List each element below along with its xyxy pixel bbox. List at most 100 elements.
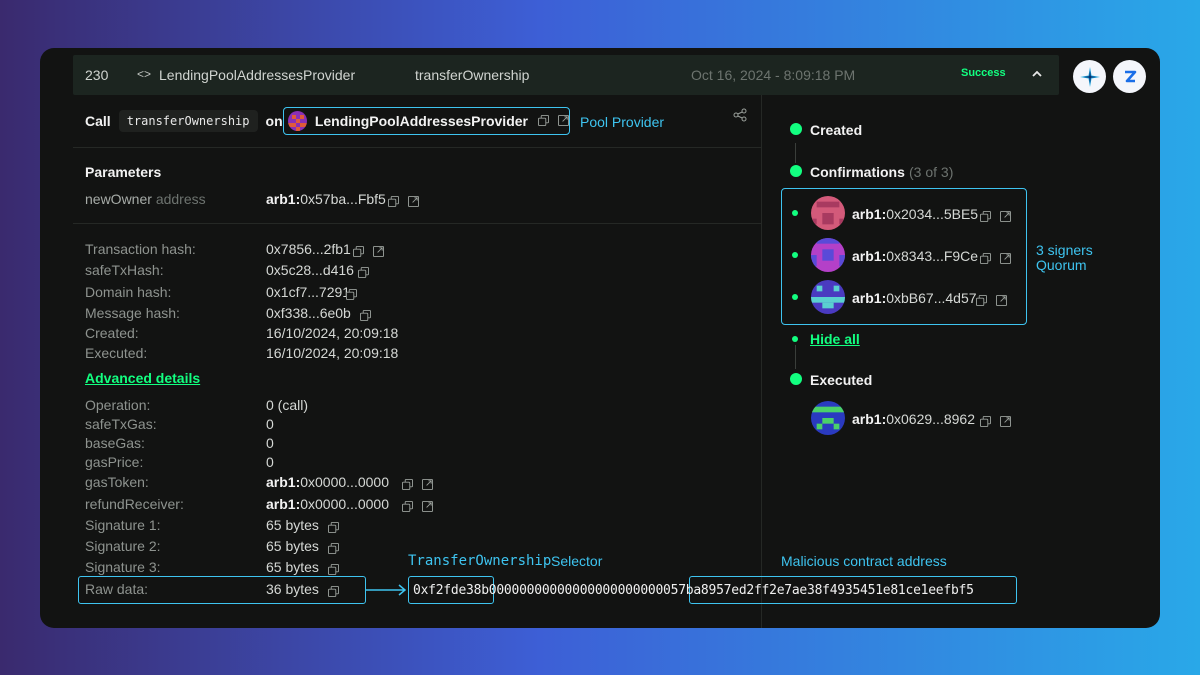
timeline-created: Created — [810, 122, 863, 138]
detail-value: 16/10/2024, 20:09:18 — [266, 325, 399, 341]
quorum-annotation: Quorum — [1036, 257, 1087, 273]
share-icon[interactable] — [733, 108, 747, 127]
detail-label: Executed: — [85, 345, 148, 361]
copy-icon[interactable] — [328, 583, 339, 601]
detail-value: 0 (call) — [266, 397, 309, 413]
external-link-icon[interactable] — [1000, 250, 1011, 268]
detail-label: baseGas: — [85, 435, 145, 451]
detail-value: 65 bytes — [266, 559, 319, 575]
detail-actions — [353, 243, 384, 261]
copy-icon[interactable] — [346, 286, 357, 304]
timeline-confirmations: Confirmations — [810, 164, 905, 180]
column-divider — [761, 95, 762, 628]
timeline-line — [795, 345, 796, 369]
section-divider — [73, 147, 761, 148]
contract-name[interactable]: LendingPoolAddressesProvider — [315, 113, 528, 129]
detail-label: Domain hash: — [85, 284, 172, 300]
executed-check-icon — [790, 373, 802, 385]
detail-value: arb1:0x0000...0000 — [266, 496, 389, 512]
signer-actions — [976, 292, 1007, 310]
section-divider — [73, 223, 761, 224]
transaction-summary-row[interactable]: 230 <> LendingPoolAddressesProvider tran… — [73, 55, 1059, 95]
executor-actions — [980, 413, 1011, 431]
detail-value: 0x5c28...d416 — [266, 262, 354, 278]
copy-icon[interactable] — [538, 112, 549, 130]
code-icon: <> — [137, 67, 152, 81]
copy-icon[interactable] — [328, 519, 339, 537]
external-link-icon[interactable] — [422, 498, 433, 516]
detail-value: 0 — [266, 435, 274, 451]
copy-icon[interactable] — [358, 264, 369, 282]
detail-label: Created: — [85, 325, 139, 341]
advanced-details-link[interactable]: Advanced details — [85, 370, 200, 386]
signer-dot — [792, 210, 798, 216]
parameters-title: Parameters — [85, 164, 162, 180]
method-chip: transferOwnership — [118, 110, 258, 132]
detail-label: gasToken: — [85, 474, 149, 490]
copy-icon[interactable] — [980, 208, 991, 226]
contract-highlight: LendingPoolAddressesProvider — [283, 107, 570, 135]
signer-avatar — [811, 196, 845, 230]
copy-icon[interactable] — [360, 307, 371, 325]
detail-label: Transaction hash: — [85, 241, 196, 257]
external-link-icon[interactable] — [558, 112, 569, 130]
param-value: arb1:0x57ba...Fbf5 — [266, 191, 386, 207]
address-annotation: Malicious contract address — [781, 553, 947, 569]
detail-label: safeTxHash: — [85, 262, 164, 278]
detail-value: 36 bytes — [266, 581, 319, 597]
tx-method-name: transferOwnership — [415, 67, 530, 83]
detail-actions — [402, 498, 433, 516]
external-link-icon[interactable] — [408, 193, 419, 211]
hide-all-link[interactable]: Hide all — [810, 331, 860, 347]
confirmations-count: (3 of 3) — [909, 164, 954, 180]
copy-icon[interactable] — [980, 250, 991, 268]
signer-dot — [792, 252, 798, 258]
selector-annotation: Selector — [551, 553, 603, 569]
detail-value: 65 bytes — [266, 538, 319, 554]
copy-icon[interactable] — [353, 243, 364, 261]
contract-annotation: Pool Provider — [580, 114, 665, 130]
hide-all-dot — [792, 336, 798, 342]
external-link-icon[interactable] — [422, 476, 433, 494]
arrow-right-icon — [366, 584, 407, 596]
chevron-up-icon[interactable] — [1031, 67, 1043, 83]
external-link-icon[interactable] — [1000, 413, 1011, 431]
detail-value: 0x7856...2fb1 — [266, 241, 351, 257]
signer-actions — [980, 250, 1011, 268]
signer-address: arb1:0xbB67...4d57 — [852, 290, 977, 306]
detail-label: Signature 2: — [85, 538, 161, 554]
param-name: newOwner address — [85, 191, 206, 207]
confirmations-check-icon — [790, 165, 802, 177]
z-logo-icon[interactable] — [1113, 60, 1146, 93]
detail-label: safeTxGas: — [85, 416, 157, 432]
created-check-icon — [790, 123, 802, 135]
tx-contract-name: LendingPoolAddressesProvider — [159, 67, 356, 83]
copy-icon[interactable] — [402, 476, 413, 494]
external-link-icon[interactable] — [1000, 208, 1011, 226]
tx-date: Oct 16, 2024 - 8:09:18 PM — [691, 67, 856, 83]
status-badge: Success — [961, 67, 1006, 79]
detail-value: 0x1cf7...7291 — [266, 284, 351, 300]
timeline-line — [795, 143, 796, 163]
copy-icon[interactable] — [402, 498, 413, 516]
detail-label: Operation: — [85, 397, 151, 413]
signer-address: arb1:0x2034...5BE5 — [852, 206, 979, 222]
signer-avatar — [811, 280, 845, 314]
call-row: Call transferOwnership on — [85, 107, 283, 135]
external-link-icon[interactable] — [373, 243, 384, 261]
star-logo-icon[interactable] — [1073, 60, 1106, 93]
signer-dot — [792, 294, 798, 300]
copy-icon[interactable] — [388, 193, 399, 211]
contract-avatar — [288, 111, 307, 131]
param-actions — [388, 193, 419, 211]
external-link-icon[interactable] — [996, 292, 1007, 310]
detail-label: Signature 3: — [85, 559, 161, 575]
detail-value: arb1:0x0000...0000 — [266, 474, 389, 490]
copy-icon[interactable] — [980, 413, 991, 431]
copy-icon[interactable] — [976, 292, 987, 310]
detail-value: 65 bytes — [266, 517, 319, 533]
copy-icon[interactable] — [328, 540, 339, 558]
call-label: Call — [85, 113, 111, 129]
signer-actions — [980, 208, 1011, 226]
detail-label: Message hash: — [85, 305, 180, 321]
